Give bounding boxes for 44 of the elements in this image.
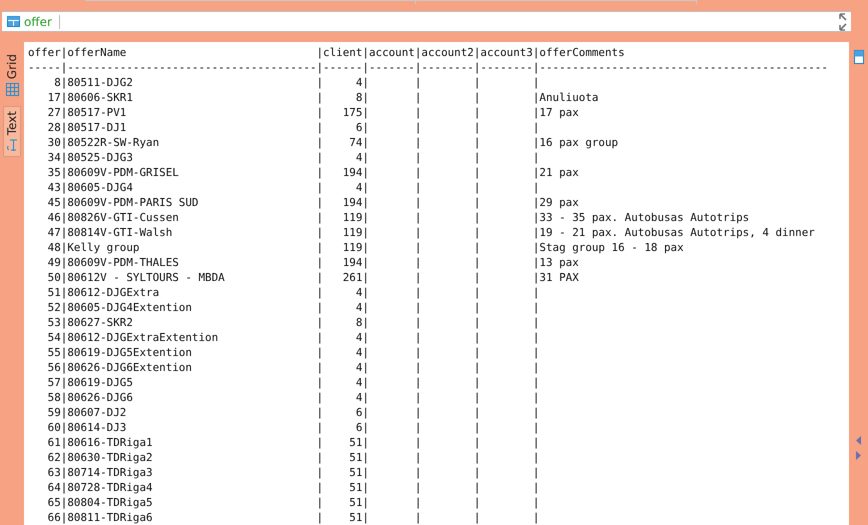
table-name: offer bbox=[24, 14, 52, 28]
collapse-left-icon[interactable] bbox=[856, 436, 861, 445]
text-line: 63|80714-TDRiga3 | 51| | | | bbox=[46, 465, 540, 480]
text-line: 64|80728-TDRiga4 | 51| | | | bbox=[46, 480, 540, 495]
text-line: 66|80811-TDRiga6 | 51| | | | bbox=[46, 510, 540, 525]
text-line: 62|80630-TDRiga2 | 51| | | | bbox=[46, 450, 540, 465]
view-tab[interactable]: Grid bbox=[3, 50, 21, 100]
text-line: 28|80517-DJ1 | 6| | | | bbox=[46, 120, 540, 135]
text-line: 52|80605-DJG4Extention | 4| | | | bbox=[46, 300, 540, 315]
text-line: 50|80612V - SYLTOURS - MBDA | 261| | | |31 PAX bbox=[46, 270, 579, 285]
text-line: 54|80612-DJGExtraExtention | 4| | | | bbox=[46, 330, 540, 345]
text-line: offer|offerName |client|account|account2|account3|offerComments bbox=[28, 45, 625, 60]
panel-icon[interactable] bbox=[854, 50, 864, 64]
text-line: 48|Kelly group | 119| | | |Stag group 16 - 18 pax bbox=[46, 240, 684, 255]
text-line: 51|80612-DJGExtra | 4| | | | bbox=[46, 285, 540, 300]
grid-icon bbox=[6, 83, 18, 96]
text-line: 27|80517-PV1 | 175| | | |17 pax bbox=[46, 105, 579, 120]
text-line: 59|80607-DJ2 | 6| | | | bbox=[46, 405, 540, 420]
text-line: 55|80619-DJG5Extention | 4| | | | bbox=[46, 345, 540, 360]
text-line: 30|80522R-SW-Ryan | 74| | | |16 pax group bbox=[46, 135, 618, 150]
text-line: 53|80627-SKR2 | 8| | | | bbox=[46, 315, 540, 330]
text-line: 17|80606-SKR1 | 8| | | |Anuliuota bbox=[46, 90, 598, 105]
text-cursor-icon bbox=[6, 139, 18, 152]
text-line: 60|80614-DJ3 | 6| | | | bbox=[46, 420, 540, 435]
filter-field[interactable]: offer bbox=[2, 11, 851, 32]
text-line: 45|80609V-PDM-PARIS SUD | 194| | | |29 pax bbox=[46, 195, 579, 210]
text-line: -----|--------------------------------------|------|-------|--------|--------|-------------------------------------------- bbox=[28, 60, 828, 75]
expand-right-icon[interactable] bbox=[856, 451, 861, 460]
expand-arrows-icon[interactable] bbox=[839, 12, 849, 30]
text-line: 34|80525-DJG3 | 4| | | | bbox=[46, 150, 540, 165]
text-line: 46|80826V-GTI-Cussen | 119| | | |33 - 35 pax. Autobusas Autotrips bbox=[46, 210, 750, 225]
text-line: 58|80626-DJG6 | 4| | | | bbox=[46, 390, 540, 405]
text-cursor-icon bbox=[58, 14, 60, 28]
text-line: 47|80814V-GTI-Walsh | 119| | | |19 - 21 pax. Autobusas Autotrips, 4 dinner bbox=[46, 225, 815, 240]
view-tab[interactable]: Text bbox=[3, 106, 21, 158]
text-line: 56|80626-DJG6Extention | 4| | | | bbox=[46, 360, 540, 375]
text-line: 57|80619-DJG5 | 4| | | | bbox=[46, 375, 540, 390]
text-line: 49|80609V-PDM-THALES | 194| | | |13 pax bbox=[46, 255, 579, 270]
text-line: 61|80616-TDRiga1 | 51| | | | bbox=[46, 435, 540, 450]
text-line: 35|80609V-PDM-GRISEL | 194| | | |21 pax bbox=[46, 165, 579, 180]
text-line: 8|80511-DJG2 | 4| | | | bbox=[53, 75, 540, 90]
table-icon bbox=[7, 16, 20, 27]
text-line: 65|80804-TDRiga5 | 51| | | | bbox=[46, 495, 540, 510]
text-line: 43|80605-DJG4 | 4| | | | bbox=[46, 180, 540, 195]
